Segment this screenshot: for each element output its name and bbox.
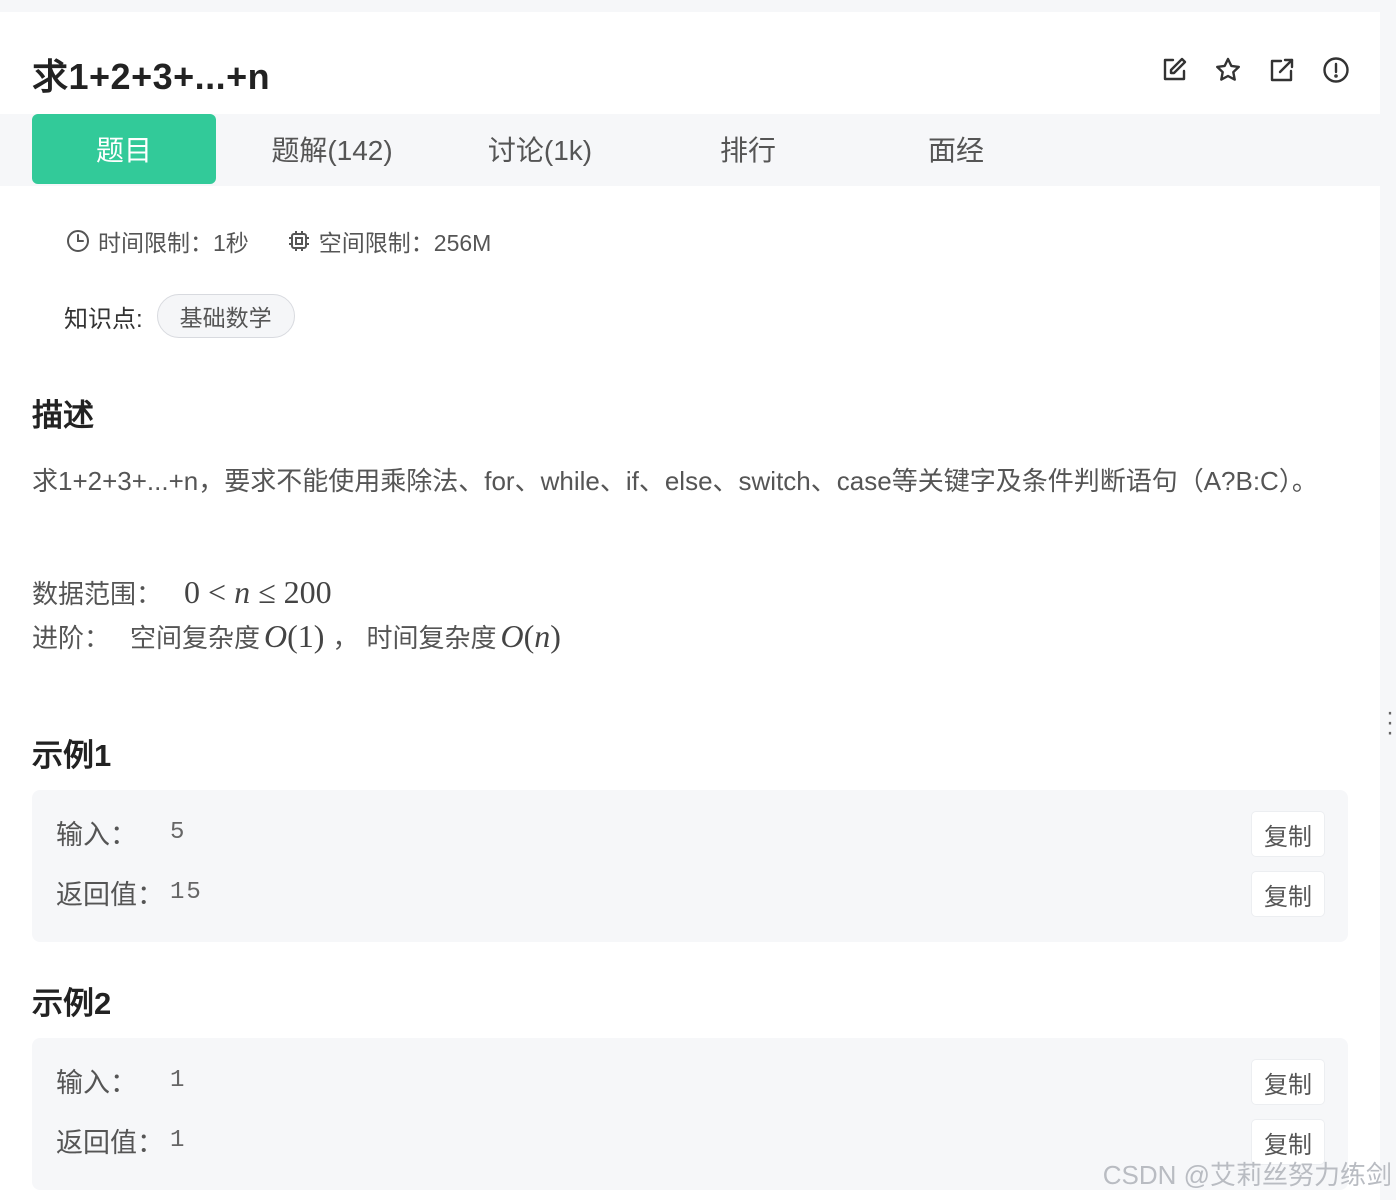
header-actions: [1158, 54, 1352, 86]
output-label: 返回值：: [56, 1127, 164, 1158]
input-value: 5: [170, 818, 187, 846]
output-label: 返回值：: [56, 879, 164, 910]
limits-bar: 时间限制：1秒 空间限制：256M: [66, 224, 529, 258]
copy-output-button[interactable]: 复制: [1252, 872, 1324, 916]
example1-box: 输入： 5 复制 返回值： 15 复制: [32, 790, 1348, 942]
clock-icon: [67, 230, 89, 252]
description-text: 求1+2+3+...+n，要求不能使用乘除法、for、while、if、else…: [32, 466, 1318, 496]
space-limit-text: 空间限制：256M: [318, 230, 492, 256]
output-value: 1: [170, 1126, 187, 1154]
space-limit: 空间限制：256M: [287, 224, 492, 258]
range-math: 0 < n ≤ 200: [184, 574, 332, 610]
time-complexity-math: O(n): [500, 618, 561, 654]
watermark: CSDN @艾莉丝努力练剑: [1102, 1160, 1392, 1190]
tab-ranking[interactable]: 排行: [656, 114, 840, 184]
input-value: 1: [170, 1066, 187, 1094]
advanced: 进阶： 空间复杂度 O(1) ， 时间复杂度 O(n): [32, 618, 561, 655]
input-label: 输入：: [56, 1067, 137, 1098]
panel-resize-handle[interactable]: · · ·: [1386, 701, 1394, 745]
time-limit-text: 时间限制：1秒: [98, 230, 249, 256]
copy-input-button[interactable]: 复制: [1252, 812, 1324, 856]
copy-input-button[interactable]: 复制: [1252, 1060, 1324, 1104]
space-complexity-math: O(1): [264, 618, 325, 654]
problem-tabs: 题目 题解(142) 讨论(1k) 排行 面经: [0, 114, 1380, 186]
time-complexity-label: 时间复杂度: [366, 623, 497, 653]
tab-discussion[interactable]: 讨论(1k): [448, 114, 632, 184]
complexity-separator: ，: [332, 623, 359, 653]
range-label: 数据范围：: [32, 579, 163, 609]
description-heading: 描述: [32, 398, 94, 433]
space-complexity-label: 空间复杂度: [130, 623, 261, 653]
problem-header: 求1+2+3+...+n: [32, 12, 1352, 114]
chip-icon: [288, 231, 309, 251]
external-link-icon[interactable]: [1266, 54, 1298, 86]
report-icon[interactable]: [1320, 54, 1352, 86]
input-label: 输入：: [56, 819, 137, 850]
example1-input-row: 输入： 5: [56, 812, 186, 852]
edit-icon[interactable]: [1158, 54, 1190, 86]
knowledge-points: 知识点: 基础数学: [64, 294, 295, 338]
knowledge-tag[interactable]: 基础数学: [156, 294, 295, 338]
advanced-label: 进阶：: [32, 623, 111, 653]
example1-output-row: 返回值： 15: [56, 872, 203, 912]
example2-input-row: 输入： 1: [56, 1060, 186, 1100]
data-range: 数据范围： 0 < n ≤ 200: [32, 574, 332, 611]
star-icon[interactable]: [1212, 54, 1244, 86]
tab-problem[interactable]: 题目: [32, 114, 216, 184]
output-value: 15: [170, 878, 203, 906]
example2-output-row: 返回值： 1: [56, 1120, 186, 1160]
knowledge-label: 知识点:: [64, 305, 143, 333]
tab-solutions[interactable]: 题解(142): [240, 114, 424, 184]
example2-heading: 示例2: [32, 986, 112, 1021]
problem-panel: 求1+2+3+...+n 题目 题解(142) 讨论(1k) 排行 面经 时间限…: [0, 12, 1380, 1200]
example1-heading: 示例1: [32, 738, 112, 773]
problem-title: 求1+2+3+...+n: [32, 56, 271, 97]
time-limit: 时间限制：1秒: [66, 224, 249, 258]
tab-interview[interactable]: 面经: [864, 114, 1048, 184]
